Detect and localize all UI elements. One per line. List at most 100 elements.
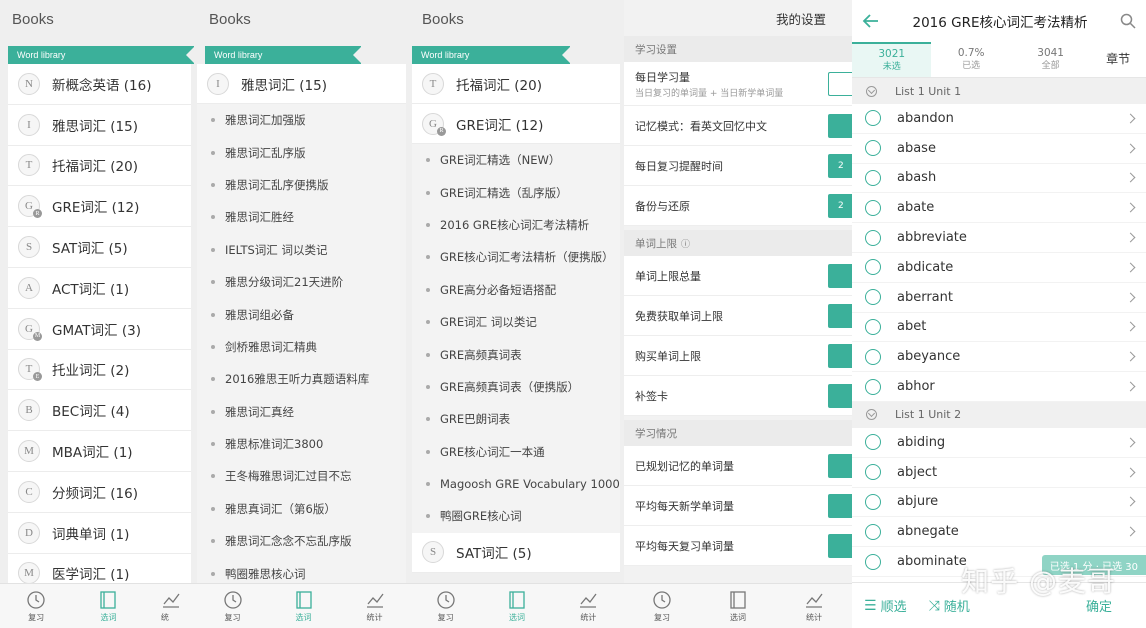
select-radio[interactable] bbox=[865, 378, 881, 395]
category-item[interactable]: N 新概念英语 (16) bbox=[8, 64, 191, 105]
select-radio[interactable] bbox=[865, 464, 881, 481]
chevron-right-icon[interactable] bbox=[1125, 113, 1136, 124]
book-item[interactable]: GRE高分必备短语搭配 bbox=[412, 274, 620, 306]
book-item[interactable]: Magoosh GRE Vocabulary 1000 bbox=[412, 468, 620, 500]
reminder-time-row[interactable]: 每日复习提醒时间 2 bbox=[624, 146, 852, 186]
select-radio[interactable] bbox=[865, 348, 881, 365]
category-item[interactable]: I 雅思词汇 (15) bbox=[8, 104, 191, 146]
book-item[interactable]: GRE高频真词表 bbox=[412, 338, 620, 370]
select-radio[interactable] bbox=[865, 229, 881, 246]
book-item[interactable]: 雅思词组必备 bbox=[197, 298, 406, 330]
chevron-right-icon[interactable] bbox=[1125, 262, 1136, 273]
nav-review[interactable]: 复习 bbox=[426, 590, 466, 623]
category-toefl[interactable]: T 托福词汇 (20) bbox=[412, 64, 620, 104]
nav-stats[interactable]: 统计 bbox=[794, 590, 834, 623]
book-item[interactable]: 2016 GRE核心词汇考法精析 bbox=[412, 209, 620, 241]
memory-mode-row[interactable]: 记忆模式：看英文回忆中文 bbox=[624, 106, 852, 146]
nav-stats[interactable]: 统计 bbox=[568, 590, 608, 623]
select-radio[interactable] bbox=[865, 169, 881, 186]
book-item[interactable]: 雅思词汇乱序版 bbox=[197, 136, 406, 168]
tab-all[interactable]: 3041 全部 bbox=[1011, 47, 1090, 73]
book-item[interactable]: GRE核心词汇考法精析（便携版） bbox=[412, 241, 620, 273]
book-item[interactable]: 鸭圈GRE核心词 bbox=[412, 500, 620, 532]
category-item[interactable]: T 托福词汇 (20) bbox=[8, 145, 191, 187]
select-radio[interactable] bbox=[865, 110, 881, 127]
word-row[interactable]: abject bbox=[852, 457, 1146, 488]
word-row[interactable]: abnegate bbox=[852, 517, 1146, 548]
chevron-right-icon[interactable] bbox=[1125, 292, 1136, 303]
select-radio[interactable] bbox=[865, 199, 881, 216]
limit-free-row[interactable]: 免费获取单词上限 bbox=[624, 296, 852, 336]
order-select-button[interactable]: ☰ 顺选 bbox=[864, 596, 907, 616]
category-item[interactable]: G R GRE词汇 (12) bbox=[8, 186, 191, 228]
chevron-right-icon[interactable] bbox=[1125, 437, 1136, 448]
chevron-right-icon[interactable] bbox=[1125, 173, 1136, 183]
book-item[interactable]: 雅思词汇加强版 bbox=[197, 104, 406, 136]
book-item[interactable]: 雅思分级词汇21天进阶 bbox=[197, 266, 406, 298]
word-row[interactable]: abhor bbox=[852, 372, 1146, 402]
makeup-card-row[interactable]: 补签卡 bbox=[624, 376, 852, 416]
book-item[interactable]: GRE高频真词表（便携版） bbox=[412, 371, 620, 403]
tab-chapter[interactable]: 章节 bbox=[1090, 53, 1146, 66]
nav-choose[interactable]: 选词 bbox=[284, 590, 324, 623]
book-item[interactable]: 雅思词汇胜经 bbox=[197, 201, 406, 233]
select-radio[interactable] bbox=[865, 289, 881, 306]
chevron-right-icon[interactable] bbox=[1125, 526, 1136, 537]
unit-header[interactable]: List 1 Unit 2 bbox=[852, 401, 1146, 428]
select-radio[interactable] bbox=[865, 259, 881, 276]
book-item[interactable]: IELTS词汇 词以类记 bbox=[197, 234, 406, 266]
info-icon[interactable]: ⓘ bbox=[681, 237, 690, 250]
chevron-right-icon[interactable] bbox=[1125, 467, 1136, 478]
nav-choose[interactable]: 选词 bbox=[497, 590, 537, 623]
nav-choose[interactable]: 选词 bbox=[718, 590, 758, 623]
word-row[interactable]: abash bbox=[852, 163, 1146, 194]
book-item[interactable]: GRE词汇精选（乱序版） bbox=[412, 176, 620, 208]
book-item[interactable]: 2016雅思王听力真题语料库 bbox=[197, 363, 406, 395]
word-row[interactable]: abandon bbox=[852, 104, 1146, 134]
book-item[interactable]: 雅思词汇乱序便携版 bbox=[197, 169, 406, 201]
category-ielts-header[interactable]: I 雅思词汇 (15) bbox=[197, 64, 406, 104]
word-row[interactable]: abjure bbox=[852, 487, 1146, 518]
nav-review[interactable]: 复习 bbox=[213, 590, 253, 623]
nav-review[interactable]: 复习 bbox=[642, 590, 682, 623]
chevron-right-icon[interactable] bbox=[1125, 351, 1136, 362]
word-row[interactable]: aberrant bbox=[852, 282, 1146, 313]
nav-choose[interactable]: 选词 bbox=[88, 590, 128, 623]
chevron-right-icon[interactable] bbox=[1125, 232, 1136, 243]
back-arrow-icon[interactable] bbox=[862, 12, 880, 30]
category-item[interactable]: G M GMAT词汇 (3) bbox=[8, 308, 191, 350]
select-radio[interactable] bbox=[865, 493, 881, 510]
book-item[interactable]: GRE核心词汇一本通 bbox=[412, 436, 620, 468]
chevron-right-icon[interactable] bbox=[1125, 143, 1136, 154]
book-item[interactable]: GRE词汇精选（NEW） bbox=[412, 144, 620, 176]
word-row[interactable]: abet bbox=[852, 312, 1146, 343]
chevron-right-icon[interactable] bbox=[1125, 497, 1136, 507]
limit-buy-row[interactable]: 购买单词上限 bbox=[624, 336, 852, 376]
tab-unselected[interactable]: 3021 未选 bbox=[852, 42, 932, 77]
book-item[interactable]: 王冬梅雅思词汇过目不忘 bbox=[197, 460, 406, 492]
category-item[interactable]: D 词典单词 (1) bbox=[8, 512, 191, 554]
category-gre-header[interactable]: GR GRE词汇 (12) bbox=[412, 104, 620, 144]
nav-review[interactable]: 复习 bbox=[16, 590, 56, 623]
search-icon[interactable] bbox=[1120, 13, 1136, 29]
book-item[interactable]: 剑桥雅思词汇精典 bbox=[197, 331, 406, 363]
word-row[interactable]: abdicate bbox=[852, 252, 1146, 283]
book-item[interactable]: GRE巴朗词表 bbox=[412, 403, 620, 435]
book-item[interactable]: GRE词汇 词以类记 bbox=[412, 306, 620, 338]
book-item[interactable]: 雅思词汇真经 bbox=[197, 396, 406, 428]
category-item[interactable]: S SAT词汇 (5) bbox=[8, 227, 191, 268]
word-row[interactable]: abate bbox=[852, 193, 1146, 224]
word-row[interactable]: abase bbox=[852, 133, 1146, 164]
category-sat[interactable]: S SAT词汇 (5) bbox=[412, 532, 620, 573]
book-item[interactable]: 雅思真词汇（第6版） bbox=[197, 493, 406, 525]
book-item[interactable]: 雅思词汇念念不忘乱序版 bbox=[197, 525, 406, 557]
chevron-right-icon[interactable] bbox=[1125, 202, 1136, 213]
limit-total-row[interactable]: 单词上限总量 bbox=[624, 256, 852, 296]
chevron-right-icon[interactable] bbox=[1125, 381, 1136, 392]
tab-selected[interactable]: 0.7% 已选 bbox=[931, 47, 1010, 73]
word-row[interactable]: abiding bbox=[852, 427, 1146, 458]
memory-mode-toggle[interactable] bbox=[828, 114, 852, 138]
category-item[interactable]: A ACT词汇 (1) bbox=[8, 267, 191, 309]
word-row[interactable]: abbreviate bbox=[852, 223, 1146, 253]
nav-stats[interactable]: 统计 bbox=[355, 590, 395, 623]
